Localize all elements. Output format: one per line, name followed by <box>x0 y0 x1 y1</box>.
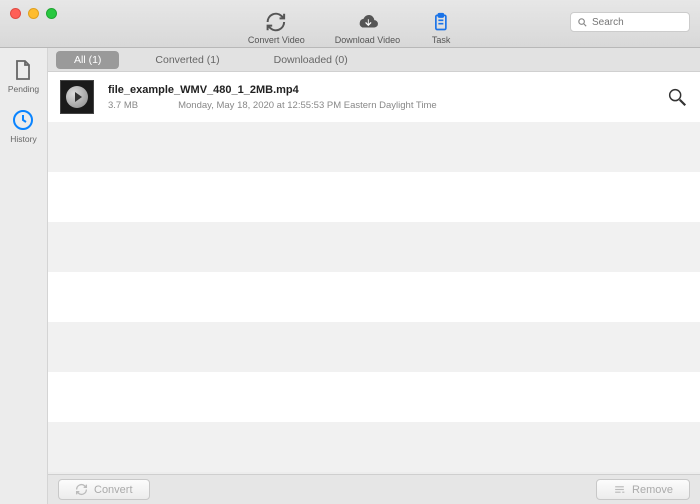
button-label: Remove <box>632 484 673 496</box>
list-item-empty <box>48 322 700 372</box>
video-thumbnail <box>60 80 94 114</box>
tabs: All (1) Converted (1) Downloaded (0) <box>48 48 700 72</box>
play-icon <box>66 86 88 108</box>
list-item-empty <box>48 222 700 272</box>
download-video-button[interactable]: Download Video <box>335 11 400 45</box>
document-icon <box>11 58 35 82</box>
search-field[interactable] <box>570 12 690 32</box>
titlebar: Convert Video Download Video Task <box>0 0 700 48</box>
bottom-toolbar: Convert Remove <box>48 474 700 504</box>
tab-all[interactable]: All (1) <box>56 51 119 69</box>
refresh-icon <box>75 483 88 496</box>
button-label: Convert <box>94 484 133 496</box>
task-button[interactable]: Task <box>430 11 452 45</box>
list-item-empty <box>48 272 700 322</box>
toolbar-label: Download Video <box>335 35 400 45</box>
list-item-empty <box>48 422 700 472</box>
tab-downloaded[interactable]: Downloaded (0) <box>256 51 366 69</box>
clipboard-icon <box>430 11 452 33</box>
file-list: file_example_WMV_480_1_2MB.mp4 3.7 MB Mo… <box>48 72 700 474</box>
history-icon <box>11 108 35 132</box>
convert-button[interactable]: Convert <box>58 479 150 500</box>
cloud-download-icon <box>356 11 378 33</box>
close-window-button[interactable] <box>10 8 21 19</box>
minimize-window-button[interactable] <box>28 8 39 19</box>
sidebar-item-history[interactable]: History <box>10 108 36 144</box>
convert-video-button[interactable]: Convert Video <box>248 11 305 45</box>
toolbar-label: Convert Video <box>248 35 305 45</box>
sidebar-item-label: History <box>10 134 36 144</box>
body: Pending History All (1) Converted (1) Do… <box>0 48 700 504</box>
remove-button[interactable]: Remove <box>596 479 690 500</box>
list-item[interactable]: file_example_WMV_480_1_2MB.mp4 3.7 MB Mo… <box>48 72 700 122</box>
zoom-window-button[interactable] <box>46 8 57 19</box>
list-item-empty <box>48 372 700 422</box>
sidebar-item-pending[interactable]: Pending <box>8 58 39 94</box>
toolbar-label: Task <box>432 35 451 45</box>
search-icon <box>577 17 588 28</box>
sidebar: Pending History <box>0 48 48 504</box>
list-remove-icon <box>613 483 626 496</box>
sidebar-item-label: Pending <box>8 84 39 94</box>
file-size: 3.7 MB <box>108 100 138 111</box>
toolbar: Convert Video Download Video Task <box>248 0 452 47</box>
list-item-empty <box>48 172 700 222</box>
refresh-icon <box>265 11 287 33</box>
file-name: file_example_WMV_480_1_2MB.mp4 <box>108 84 437 96</box>
inspect-button[interactable] <box>666 86 688 108</box>
window-controls <box>10 8 57 19</box>
file-meta: 3.7 MB Monday, May 18, 2020 at 12:55:53 … <box>108 100 437 111</box>
file-date: Monday, May 18, 2020 at 12:55:53 PM East… <box>178 100 437 111</box>
file-info: file_example_WMV_480_1_2MB.mp4 3.7 MB Mo… <box>108 84 437 111</box>
tab-converted[interactable]: Converted (1) <box>137 51 237 69</box>
list-item-empty <box>48 122 700 172</box>
search-input[interactable] <box>592 17 683 28</box>
main: All (1) Converted (1) Downloaded (0) fil… <box>48 48 700 504</box>
